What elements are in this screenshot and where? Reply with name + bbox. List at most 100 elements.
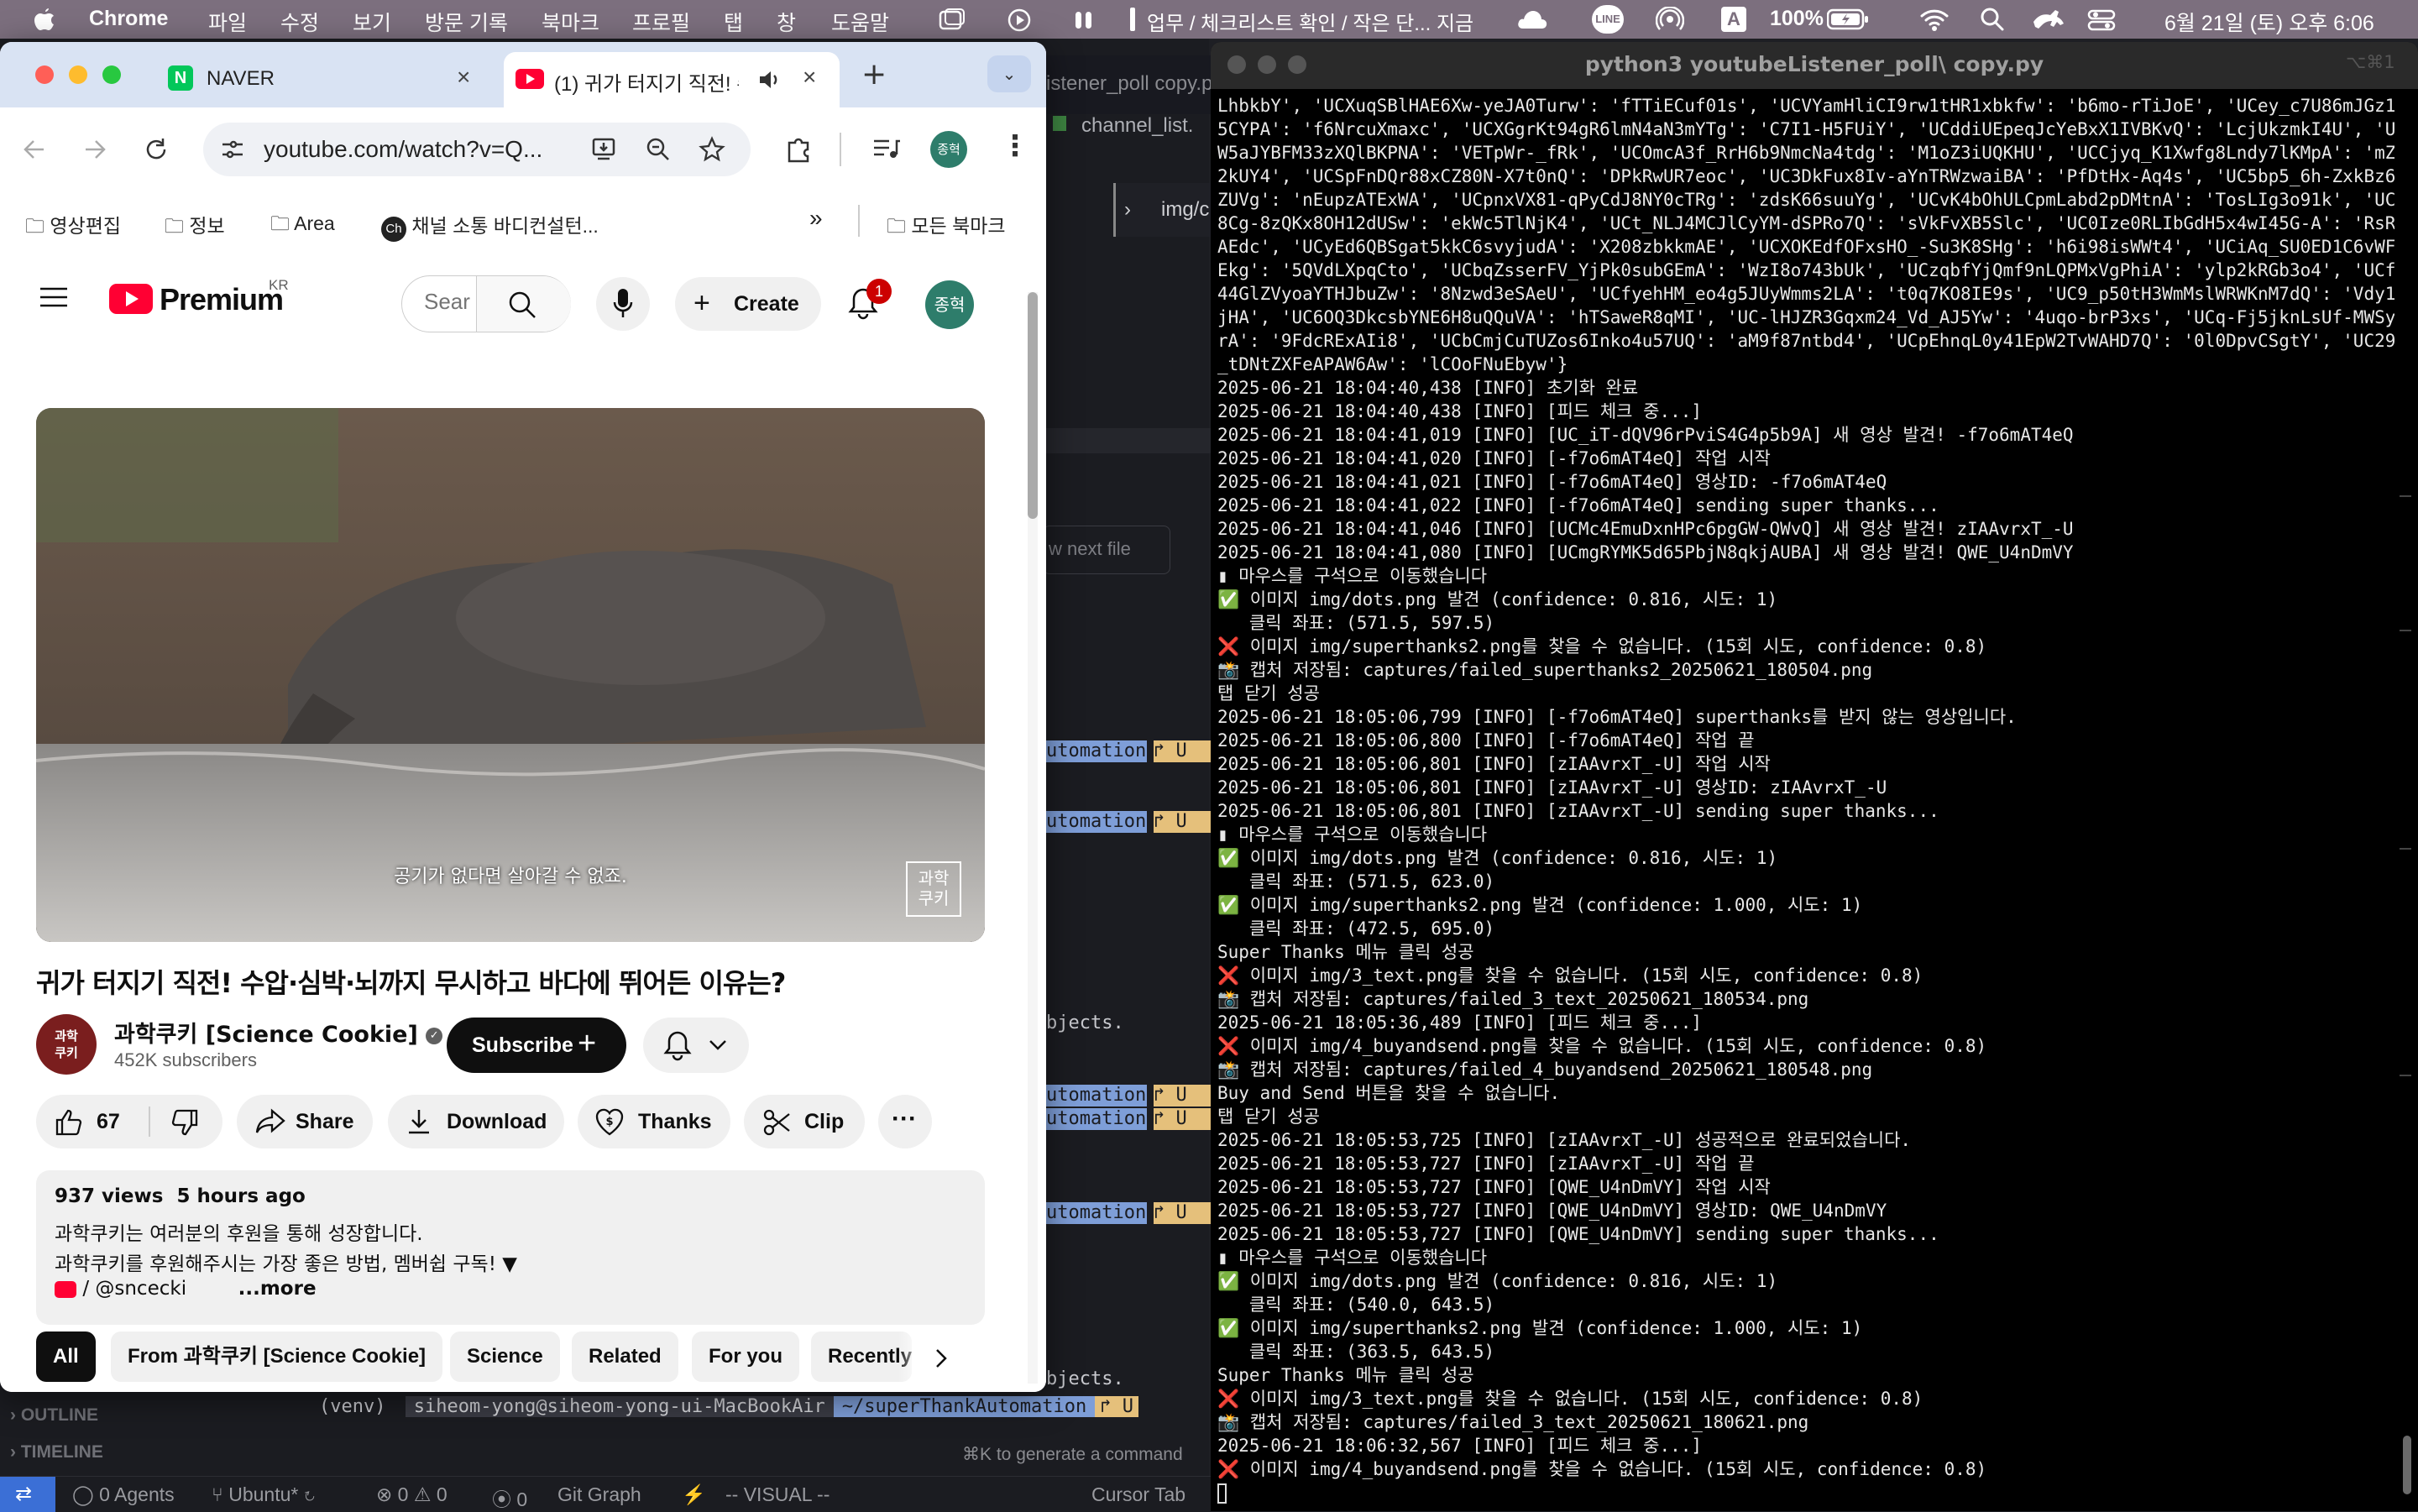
menu-app-name[interactable]: Chrome [89,7,168,31]
ports-status[interactable]: ⦿ 0 [492,1483,527,1512]
tab-youtube[interactable]: (1) 귀가 터지기 직전! 수 × [504,52,840,107]
show-more-link[interactable]: ...more [238,1278,317,1300]
channel-name[interactable]: 과학쿠키 [Science Cookie] [114,1022,418,1048]
airplay-audio-icon[interactable] [1656,7,1684,32]
view-next-file-button[interactable]: w next file [1043,526,1170,574]
menu-profiles[interactable]: 프로필 [632,7,690,37]
close-tab-icon[interactable]: × [457,64,470,91]
control-center-icon[interactable] [2087,8,2117,32]
site-info-icon[interactable] [220,138,245,161]
subscribe-button[interactable]: Subscribe + [447,1018,626,1073]
like-button[interactable]: 67 [36,1095,147,1148]
channel-avatar[interactable]: 과학 쿠키 [36,1014,97,1075]
bookmark-folder[interactable]: 🗀 정보 [165,210,225,245]
page-scrollbar-thumb[interactable] [1028,292,1038,519]
airpods-icon[interactable] [1071,8,1096,32]
bookmark-link[interactable]: Ch 채널 소통 바디컨설턴... [381,210,599,242]
chip-related[interactable]: Related [572,1332,678,1382]
editor-breadcrumb[interactable]: img/c [1161,198,1209,222]
minimize-window-button[interactable] [69,65,87,84]
url-text[interactable]: youtube.com/watch?v=Q... [264,136,542,163]
chip-from-channel[interactable]: From 과학쿠키 [Science Cookie] [111,1332,443,1382]
channel-watermark[interactable]: 과학 쿠키 [906,861,961,917]
bookmark-star-icon[interactable] [699,136,725,163]
problems-status[interactable]: ⊗ 0 ⚠ 0 [376,1483,447,1506]
account-avatar[interactable]: 종혁 [925,280,974,329]
terminal-output[interactable]: LhbkbY', 'UCXuqSBlHAE6Xw-yeJA0Turw': 'fT… [1217,94,2394,1504]
chip-recently[interactable]: Recently [811,1332,912,1382]
menu-file[interactable]: 파일 [208,7,247,37]
tab-search-button[interactable]: ⌄ [987,55,1031,92]
play-circle-icon[interactable] [1008,8,1033,32]
search-box[interactable] [401,275,571,332]
timeline-section[interactable]: › TIMELINE [10,1442,103,1462]
editor-file-tab[interactable]: istener_poll copy.p [1046,72,1212,96]
description-box[interactable]: 937 views 5 hours ago 과학쿠키는 여러분의 후원을 통해 … [36,1170,985,1325]
chips-next-button[interactable] [898,1332,966,1382]
chip-science[interactable]: Science [450,1332,560,1382]
agents-status[interactable]: ◯ 0 Agents [72,1483,175,1506]
extensions-puzzle-icon[interactable] [784,134,814,165]
clip-button[interactable]: Clip [744,1095,865,1148]
maximize-window-button[interactable] [102,65,121,84]
create-button[interactable]: + Create [675,277,821,331]
reload-icon[interactable] [143,136,170,163]
video-player[interactable]: 공기가 없다면 살아갈 수 없죠. 과학 쿠키 [36,408,985,942]
download-button[interactable]: Download [388,1095,564,1148]
window-switch-icon[interactable] [939,8,966,32]
chrome-menu-icon[interactable]: ⋮ [1001,129,1029,163]
cloud-icon[interactable] [1516,7,1550,32]
terminal-scrollbar-thumb[interactable] [2403,1436,2411,1494]
profile-avatar[interactable]: 종혁 [930,131,967,168]
menu-window[interactable]: 창 [777,7,796,37]
runcat-icon[interactable] [2030,7,2067,32]
speaker-icon[interactable] [757,69,781,91]
search-button[interactable] [476,276,571,332]
input-source-indicator[interactable]: A [1721,7,1746,32]
outline-section[interactable]: › OUTLINE [10,1405,98,1426]
chip-for-you[interactable]: For you [692,1332,799,1382]
share-button[interactable]: Share [237,1095,373,1148]
menu-edit[interactable]: 수정 [280,7,319,37]
page-scrollbar-track[interactable] [1028,292,1038,1384]
hamburger-menu-icon[interactable] [39,285,69,309]
zoom-out-icon[interactable] [645,136,672,163]
channel-name-row[interactable]: 과학쿠키 [Science Cookie] ✓ [114,1016,443,1049]
media-controls-icon[interactable] [871,136,902,163]
all-bookmarks-folder[interactable]: 🗀 모든 북마크 [887,210,1006,245]
apple-icon[interactable] [34,7,55,32]
notification-bell-dropdown[interactable] [643,1018,749,1073]
tab-naver[interactable]: N NAVER × [160,52,495,107]
line-app-icon[interactable]: LINE [1592,5,1624,34]
menu-tab[interactable]: 탭 [724,7,743,37]
spotlight-search-icon[interactable] [1980,7,2005,32]
bookmark-folder[interactable]: 🗀 영상편집 [25,210,121,245]
menu-clock[interactable]: 6월 21일 (토) 오후 6:06 [2164,7,2374,37]
bookmark-folder[interactable]: 🗀 Area [270,210,335,243]
channel-link[interactable]: / @sncecki [82,1278,222,1300]
wifi-icon[interactable] [1919,7,1950,32]
git-graph-button[interactable]: Git Graph [557,1483,641,1506]
super-thanks-button[interactable]: $ Thanks [578,1095,730,1148]
branch-status[interactable]: ⑂ Ubuntu* ↻ [212,1483,316,1506]
dislike-button[interactable] [152,1095,222,1148]
voice-search-button[interactable] [596,277,650,331]
menu-history[interactable]: 방문 기록 [425,7,508,37]
bookmarks-overflow-button[interactable]: » [809,205,823,232]
chip-all[interactable]: All [36,1332,96,1382]
address-bar[interactable]: youtube.com/watch?v=Q... [203,123,751,176]
editor-file-tab2[interactable]: channel_list. [1081,114,1193,138]
forward-arrow-icon[interactable] [82,138,107,161]
search-input[interactable] [422,288,473,316]
close-window-button[interactable] [35,65,54,84]
new-tab-button[interactable]: + [861,57,887,92]
back-arrow-icon[interactable] [22,138,47,161]
menu-reminder[interactable]: 업무 / 체크리스트 확인 / 작은 단... 지금 [1147,7,1473,36]
more-actions-button[interactable]: ··· [878,1095,932,1148]
menu-help[interactable]: 도움말 [831,7,889,37]
notifications-button[interactable]: 1 [843,279,893,329]
close-tab-icon[interactable]: × [803,64,816,91]
cursor-tab-button[interactable]: Cursor Tab [1091,1483,1185,1506]
battery-charging-icon[interactable] [1827,8,1869,30]
install-app-icon[interactable] [591,136,618,163]
